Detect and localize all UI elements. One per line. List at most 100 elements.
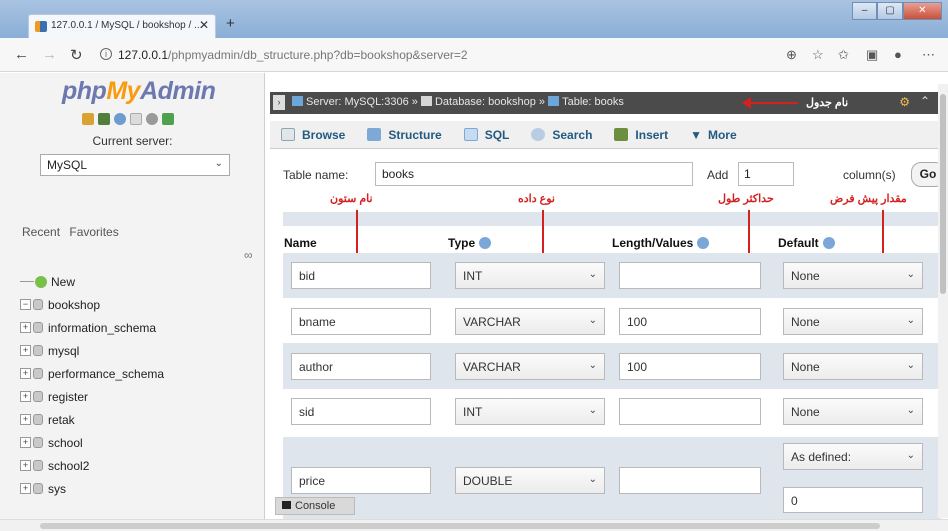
column-type-select[interactable]: INT ⌄ [455,262,605,289]
columns-label: column(s) [843,168,896,182]
address-bar: ← → ↻ i 127.0.0.1/phpmyadmin/db_structur… [0,38,948,72]
header-strip [283,212,941,226]
server-select[interactable]: MySQL ⌄ [40,154,230,176]
header-name: Name [284,236,317,250]
expand-icon[interactable]: + [20,437,31,448]
new-tab-icon[interactable]: + [226,15,235,32]
help-icon[interactable] [479,237,492,249]
header-type-label: Type [448,236,476,250]
column-length-input[interactable] [619,467,761,494]
help-icon[interactable] [822,237,835,249]
tree-item-bookshop[interactable]: − bookshop [20,293,164,316]
chevron-down-icon: ⌄ [588,269,597,280]
expand-icon[interactable]: + [20,368,31,379]
breadcrumb-table[interactable]: Table: books [562,96,624,108]
expand-icon[interactable]: + [20,483,31,494]
column-length-input[interactable] [619,262,761,289]
logout-icon[interactable] [98,113,110,125]
tab-insert[interactable]: Insert [603,121,679,149]
favorites-tab[interactable]: Favorites [69,225,118,239]
close-tab-icon[interactable]: ✕ [199,18,209,32]
column-default-select[interactable]: None ⌄ [783,262,923,289]
collapse-top-icon[interactable]: ⌃ [920,94,930,108]
scrollbar-thumb[interactable] [940,94,946,294]
collapse-icon[interactable]: − [20,299,31,310]
column-name-input[interactable]: bid [291,262,431,289]
tree-item-performance-schema[interactable]: + performance_schema [20,362,164,385]
expand-icon[interactable]: + [20,414,31,425]
tree-item-mysql[interactable]: + mysql [20,339,164,362]
column-name-input[interactable]: sid [291,398,431,425]
reload-nav-icon[interactable] [162,113,174,125]
column-default-select[interactable]: As defined: ⌄ [783,443,923,470]
column-name-input[interactable]: bname [291,308,431,335]
tab-sql[interactable]: SQL [453,121,521,149]
tree-item-label: school2 [48,458,90,473]
add-columns-input[interactable]: 1 [738,162,794,186]
expand-icon[interactable]: + [20,391,31,402]
expand-icon[interactable]: + [20,460,31,471]
column-default-select[interactable]: None ⌄ [783,353,923,380]
column-name-input[interactable]: price [291,467,431,494]
collections-icon[interactable]: ▣ [866,47,878,63]
favorites-bar-icon[interactable]: ✩ [838,47,849,63]
column-type-select[interactable]: INT ⌄ [455,398,605,425]
column-type-select[interactable]: DOUBLE ⌄ [455,467,605,494]
reload-icon[interactable]: ↻ [70,46,83,64]
column-default-select[interactable]: None ⌄ [783,398,923,425]
breadcrumb-server[interactable]: Server: MySQL:3306 [306,96,409,108]
link-icon[interactable]: ∞ [244,248,253,262]
maximize-icon[interactable]: ▢ [877,2,903,20]
help-icon[interactable] [114,113,126,125]
column-length-input[interactable] [619,398,761,425]
phpmyadmin-logo[interactable]: phpMyAdmin [62,77,216,106]
tab-search[interactable]: Search [520,121,603,149]
tree-item-information-schema[interactable]: + information_schema [20,316,164,339]
tree-item-school[interactable]: + school [20,431,164,454]
tab-more[interactable]: ▼ More [679,121,748,149]
collapse-panel-icon[interactable]: › [273,95,285,110]
tab-structure[interactable]: Structure [356,121,452,149]
browser-tab[interactable]: 127.0.0.1 / MySQL / bookshop / ... ✕ [28,14,216,38]
back-icon[interactable]: ← [14,46,29,63]
column-length-input[interactable]: 100 [619,353,761,380]
settings-icon[interactable]: ⚙ [899,95,910,109]
tree-item-register[interactable]: + register [20,385,164,408]
table-name-input[interactable]: books [375,162,693,186]
expand-icon[interactable]: + [20,345,31,356]
settings-icon[interactable] [146,113,158,125]
column-type-select[interactable]: VARCHAR ⌄ [455,308,605,335]
tree-item-sys[interactable]: + sys [20,477,164,500]
tree-item-school2[interactable]: + school2 [20,454,164,477]
recent-tab[interactable]: Recent [22,225,60,239]
scrollbar-thumb[interactable] [40,523,880,529]
vertical-scrollbar[interactable] [938,84,948,518]
window-close-icon[interactable]: ✕ [902,2,942,20]
breadcrumb-database[interactable]: Database: bookshop [435,96,536,108]
profile-icon[interactable]: ● [894,47,902,62]
home-icon[interactable] [82,113,94,125]
minimize-icon[interactable]: – [852,2,878,20]
expand-icon[interactable]: + [20,322,31,333]
database-icon [33,460,43,471]
column-type-select[interactable]: VARCHAR ⌄ [455,353,605,380]
forward-icon[interactable]: → [42,46,57,63]
zoom-icon[interactable]: ⊕ [786,47,797,63]
navigation-panel: phpMyAdmin Current server: MySQL ⌄ Recen… [0,73,265,519]
docs-icon[interactable] [130,113,142,125]
site-info-icon[interactable]: i [100,48,112,60]
horizontal-scrollbar[interactable] [0,519,948,531]
sql-icon [463,128,478,141]
favorite-star-icon[interactable]: ☆ [812,47,824,63]
tree-item-retak[interactable]: + retak [20,408,164,431]
console-button[interactable]: Console [275,497,355,515]
tab-browse[interactable]: Browse [270,121,356,149]
url-field[interactable]: 127.0.0.1/phpmyadmin/db_structure.php?db… [118,48,468,62]
tree-item-new[interactable]: New [20,270,164,293]
column-default-input[interactable]: 0 [783,487,923,513]
column-length-input[interactable]: 100 [619,308,761,335]
help-icon[interactable] [697,237,710,249]
column-default-select[interactable]: None ⌄ [783,308,923,335]
more-icon[interactable]: ⋯ [922,47,935,63]
column-name-input[interactable]: author [291,353,431,380]
